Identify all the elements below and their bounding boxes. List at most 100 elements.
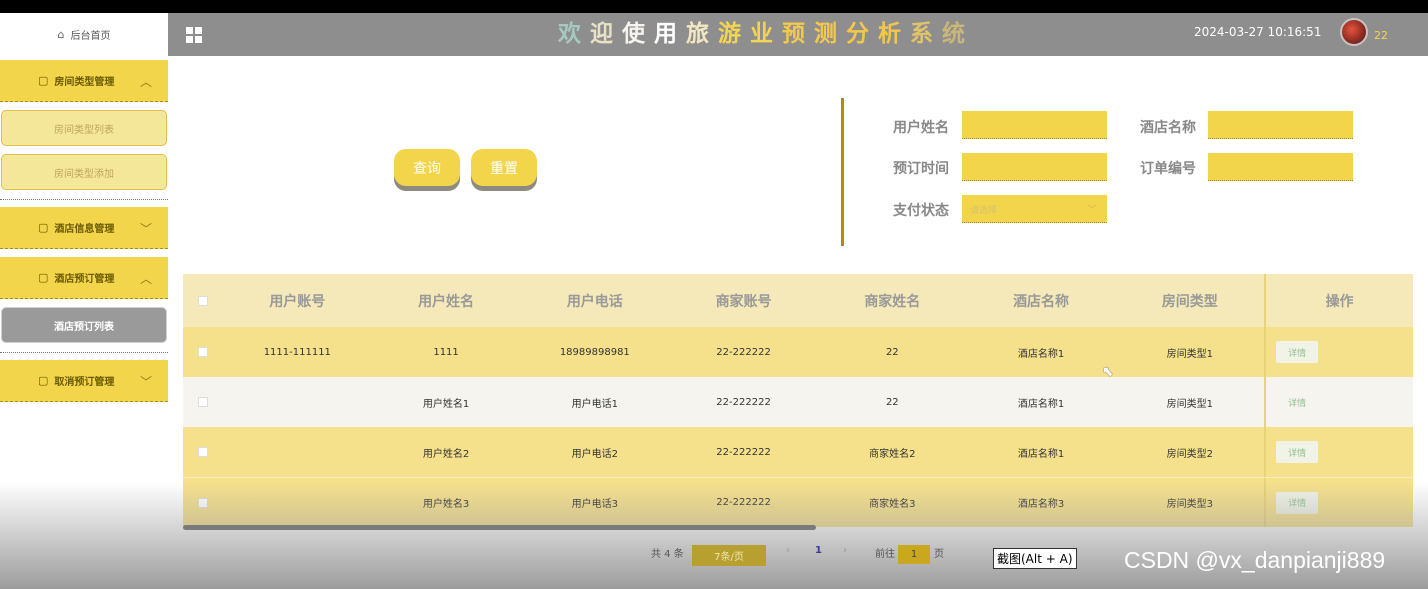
cell: 1111: [433, 346, 459, 358]
folder-icon: ▢: [38, 374, 49, 387]
current-page[interactable]: 1: [815, 545, 822, 556]
sidebar-group-label: 酒店预订管理: [54, 274, 115, 285]
row-checkbox[interactable]: [197, 497, 208, 508]
sidebar-group-label: 房间类型管理: [54, 77, 115, 88]
title-char: 欢: [558, 21, 590, 47]
folder-icon: ▢: [38, 221, 49, 234]
sidebar-group-room-type[interactable]: ▢ 房间类型管理 ︿: [0, 60, 168, 102]
cell: 用户电话1: [571, 398, 618, 410]
col-hotel-name: 酒店名称: [1013, 293, 1070, 310]
cell: 酒店名称3: [1017, 499, 1065, 510]
cell: 商家姓名3: [869, 499, 916, 510]
divider: [0, 199, 168, 200]
user-name-input[interactable]: [962, 111, 1107, 139]
title-char: 使: [622, 21, 654, 47]
title-char: 预: [782, 21, 814, 47]
table-header: 用户账号 用户姓名 用户电话 商家账号 商家姓名 酒店名称 房间类型 操作: [183, 274, 1413, 327]
chevron-down-icon: ﹀: [139, 375, 152, 389]
cell: 房间类型2: [1166, 448, 1213, 460]
detail-button[interactable]: 详情: [1276, 441, 1319, 463]
title-char: 旅: [686, 21, 718, 47]
grid-menu-icon[interactable]: [186, 27, 202, 43]
col-merchant-account: 商家账号: [715, 293, 772, 310]
hotel-name-label: 酒店名称: [1140, 120, 1196, 136]
sidebar-item-booking-list[interactable]: 酒店预订列表: [1, 307, 167, 343]
col-room-type: 房间类型: [1161, 293, 1218, 310]
cell: 22-222222: [716, 396, 771, 408]
sidebar-group-hotel-info[interactable]: ▢ 酒店信息管理 ﹀: [0, 207, 168, 249]
title-char: 分: [846, 21, 878, 47]
order-no-label: 订单编号: [1140, 161, 1196, 177]
query-button[interactable]: 查询: [394, 149, 460, 186]
watermark: CSDN @vx_danpianji889: [1124, 547, 1386, 573]
cell: 酒店名称1: [1017, 348, 1065, 360]
cell: 房间类型3: [1166, 499, 1213, 510]
chevron-up-icon: ︿: [139, 75, 152, 89]
folder-icon: ▢: [38, 271, 49, 284]
next-page-icon[interactable]: ›: [843, 545, 847, 556]
pay-status-select[interactable]: 请选择 ﹀: [962, 195, 1107, 223]
sidebar-item-room-type-list[interactable]: 房间类型列表: [1, 110, 167, 146]
col-user-phone: 用户电话: [566, 293, 623, 310]
cell: 房间类型1: [1166, 398, 1213, 410]
table-row: 用户姓名2 用户电话2 22-222222 商家姓名2 酒店名称1 房间类型2 …: [183, 427, 1413, 477]
goto-page-input[interactable]: 1: [898, 545, 930, 564]
col-user-name: 用户姓名: [418, 293, 475, 310]
detail-button[interactable]: 详情: [1276, 341, 1319, 363]
pay-status-label: 支付状态: [893, 203, 949, 219]
mouse-cursor-icon: ⬉: [1102, 364, 1114, 380]
table-row: 1111-111111 1111 18989898981 22-222222 2…: [183, 327, 1413, 377]
prev-page-icon[interactable]: ‹: [786, 545, 790, 556]
sidebar-item-room-type-add[interactable]: 房间类型添加: [1, 154, 167, 190]
filter-divider: [841, 98, 844, 246]
sidebar-group-cancel-booking[interactable]: ▢ 取消预订管理 ﹀: [0, 360, 168, 402]
cell: 22-222222: [716, 497, 771, 508]
cell: 用户电话2: [571, 448, 618, 460]
folder-icon: ▢: [38, 74, 49, 87]
user-name[interactable]: 22: [1374, 29, 1388, 42]
sidebar-group-hotel-booking[interactable]: ▢ 酒店预订管理 ︿: [0, 257, 168, 299]
sidebar-group-label: 酒店信息管理: [54, 224, 115, 235]
hotel-name-input[interactable]: [1208, 111, 1353, 139]
title-char: 系: [910, 21, 942, 47]
cell: 酒店名称1: [1017, 398, 1065, 410]
chevron-up-icon: ︿: [139, 272, 152, 286]
title-char: 统: [942, 21, 974, 47]
chevron-down-icon: ﹀: [139, 222, 152, 236]
select-all-checkbox[interactable]: [197, 295, 208, 306]
cell: 用户姓名1: [422, 398, 470, 410]
detail-button[interactable]: 详情: [1276, 491, 1319, 514]
avatar[interactable]: [1340, 18, 1368, 46]
title-char: 析: [878, 21, 910, 47]
pay-status-placeholder: 请选择: [970, 206, 998, 216]
sidebar-home[interactable]: ⌂ 后台首页: [0, 13, 168, 56]
sidebar-home-label: 后台首页: [70, 31, 111, 42]
book-time-input[interactable]: [962, 153, 1107, 181]
col-merchant-name: 商家姓名: [864, 293, 921, 310]
cell: 18989898981: [559, 346, 630, 358]
current-datetime: 2024-03-27 10:16:51: [1194, 25, 1322, 39]
sidebar-group-label: 取消预订管理: [54, 377, 115, 388]
app-header: 欢迎使用旅游业预测分析系统 2024-03-27 10:16:51 22: [168, 13, 1428, 56]
cell: 22: [885, 346, 899, 358]
row-checkbox[interactable]: [197, 447, 208, 457]
cell: 用户电话3: [571, 499, 618, 510]
cell: 22: [885, 396, 899, 408]
row-checkbox[interactable]: [197, 397, 208, 407]
row-checkbox[interactable]: [197, 347, 208, 357]
sidebar: ⌂ 后台首页 ▢ 房间类型管理 ︿ 房间类型列表 房间类型添加 ▢ 酒店信息管理…: [0, 13, 168, 589]
window-top-bar: [0, 0, 1428, 13]
title-char: 用: [654, 21, 686, 47]
order-no-input[interactable]: [1208, 153, 1353, 181]
detail-button[interactable]: 详情: [1276, 391, 1318, 413]
col-user-account: 用户账号: [269, 293, 326, 310]
reset-button[interactable]: 重置: [471, 149, 537, 186]
title-char: 游: [718, 21, 750, 47]
table-row: 用户姓名3 用户电话3 22-222222 商家姓名3 酒店名称3 房间类型3 …: [183, 477, 1413, 527]
chevron-down-icon: ﹀: [1087, 205, 1097, 216]
page-size-select[interactable]: 7条/页: [692, 545, 766, 566]
cell: 用户姓名2: [422, 448, 470, 460]
book-time-label: 预订时间: [893, 161, 949, 177]
page-suffix: 页: [934, 549, 944, 560]
horizontal-scrollbar[interactable]: [183, 525, 816, 530]
